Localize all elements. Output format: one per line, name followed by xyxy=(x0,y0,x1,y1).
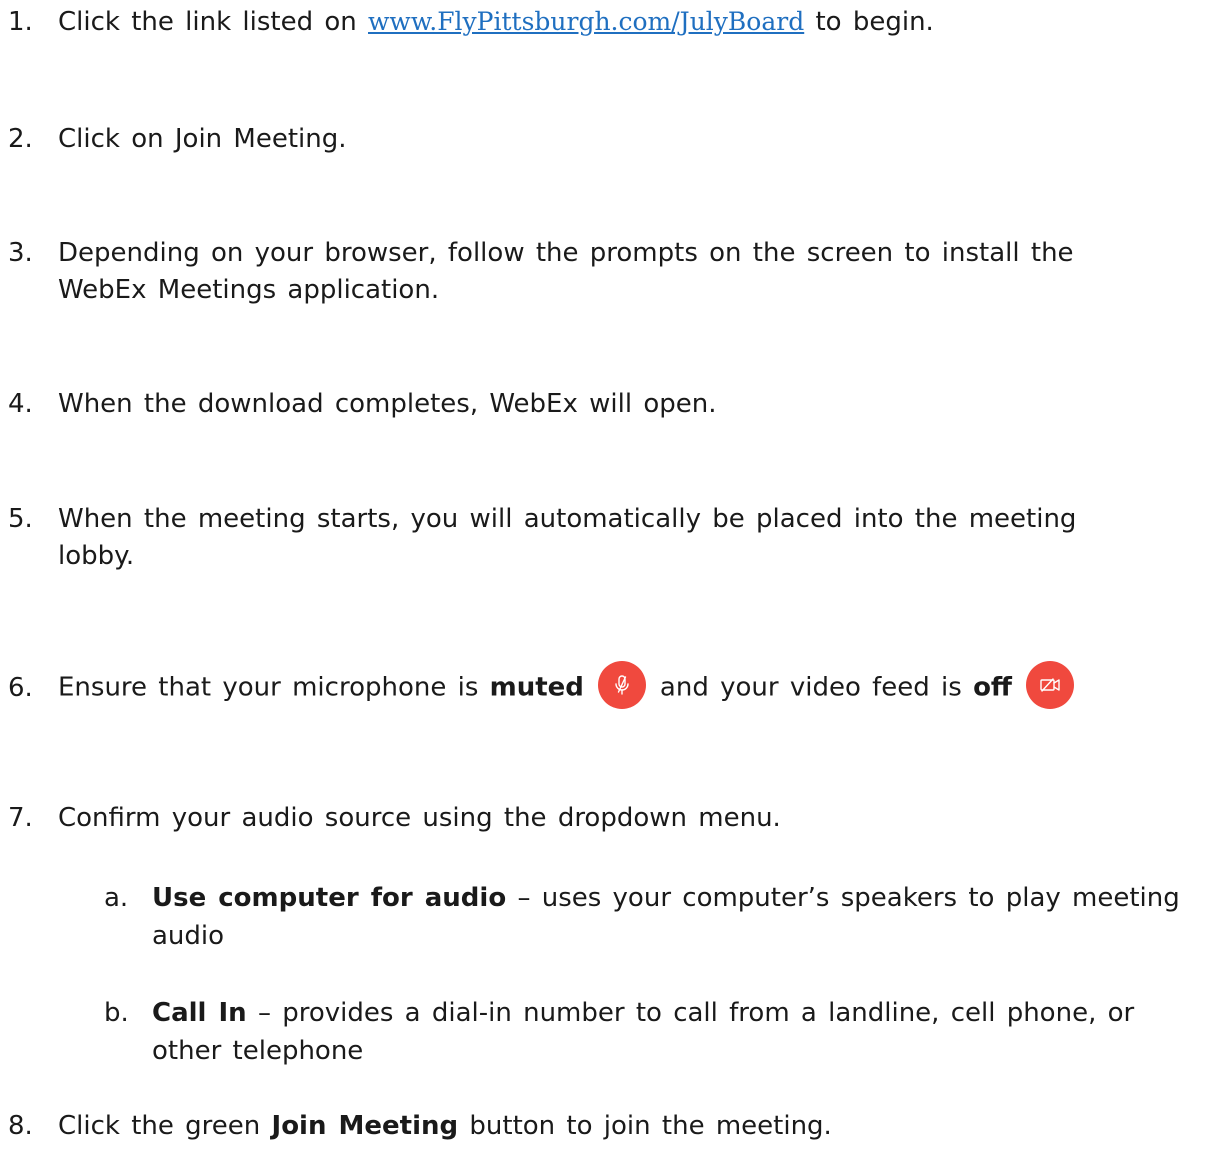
muted-label: muted xyxy=(489,672,584,703)
substep-text: – uses your computer’s speakers to play … xyxy=(506,883,1180,913)
step-text: Click the link listed on xyxy=(58,7,357,37)
step-number: 4. xyxy=(8,389,33,419)
substep-text: – provides a dial-in number to call from… xyxy=(246,998,1135,1028)
step-number: 1. xyxy=(8,7,33,37)
step-number: 6. xyxy=(8,672,33,703)
substep-b: b. Call In – provides a dial-in number to… xyxy=(104,993,1134,1033)
step-number: 8. xyxy=(8,1111,33,1141)
step-5-continuation: lobby. xyxy=(58,541,135,571)
step-number: 3. xyxy=(8,238,33,268)
substep-title: Call In xyxy=(152,998,247,1028)
step-4: 4. When the download completes, WebEx wil… xyxy=(8,384,1208,424)
step-3: 3. Depending on your browser, follow the … xyxy=(8,233,1208,273)
substep-letter: b. xyxy=(104,998,129,1028)
step-text: When the meeting starts, you will automa… xyxy=(58,504,1077,534)
off-label: off xyxy=(973,672,1012,703)
substep-letter: a. xyxy=(104,883,129,913)
step-text: and your video feed is xyxy=(659,672,962,703)
step-number: 7. xyxy=(8,803,33,833)
board-link[interactable]: www.FlyPittsburgh.com/JulyBoard xyxy=(368,7,804,36)
join-meeting-label: Join Meeting xyxy=(271,1111,459,1141)
step-6: 6. Ensure that your microphone is muted an… xyxy=(8,661,1208,709)
muted-microphone-icon xyxy=(597,661,646,709)
step-2: 2. Click on Join Meeting. xyxy=(8,119,1208,159)
substep-b-continuation: other telephone xyxy=(152,1036,364,1066)
step-text: Click on Join Meeting. xyxy=(58,124,347,154)
step-text: Ensure that your microphone is xyxy=(58,672,479,703)
step-text: Depending on your browser, follow the pr… xyxy=(58,238,1074,268)
substep-a-continuation: audio xyxy=(152,921,225,951)
step-text: to begin. xyxy=(815,7,934,37)
step-text: Confirm your audio source using the drop… xyxy=(58,803,781,833)
substep-a: a. Use computer for audio – uses your com… xyxy=(104,878,1180,918)
step-text: Click the green xyxy=(58,1111,261,1141)
step-5: 5. When the meeting starts, you will auto… xyxy=(8,499,1208,539)
video-off-icon xyxy=(1026,661,1074,709)
step-7: 7. Confirm your audio source using the dr… xyxy=(8,798,1208,838)
step-text: When the download completes, WebEx will … xyxy=(58,389,717,419)
step-number: 2. xyxy=(8,124,33,154)
substep-title: Use computer for audio xyxy=(152,883,507,913)
step-8: 8. Click the green Join Meeting button to… xyxy=(8,1106,1208,1146)
step-1: 1. Click the link listed on www.FlyPittsb… xyxy=(8,2,1208,42)
step-text: button to join the meeting. xyxy=(469,1111,832,1141)
step-number: 5. xyxy=(8,504,33,534)
step-3-continuation: WebEx Meetings application. xyxy=(58,275,440,305)
